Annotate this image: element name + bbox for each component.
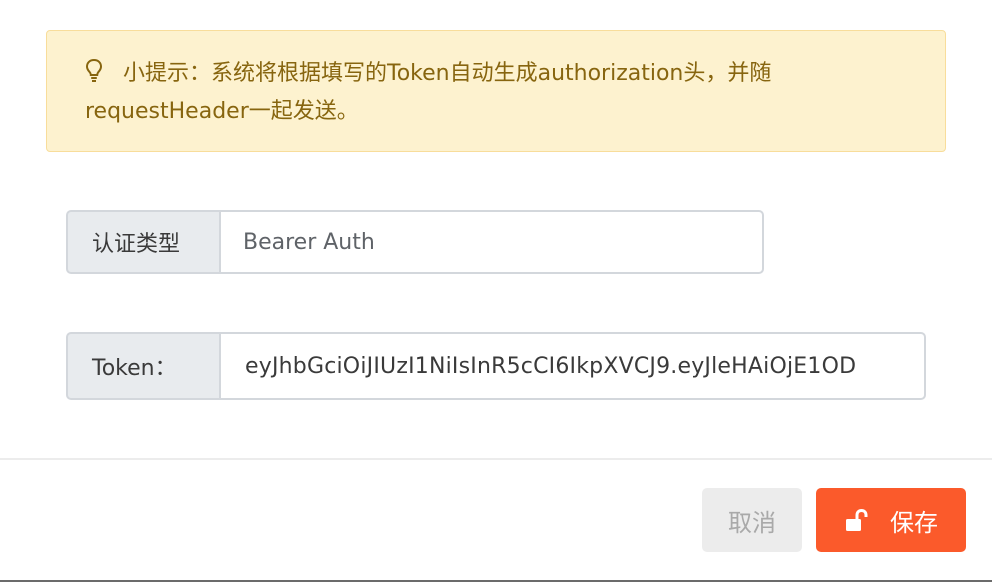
tip-text-line2: requestHeader一起发送。 [85,99,359,124]
tip-text-line1: 小提示：系统将根据填写的Token自动生成authorization头，并随 [123,61,772,86]
footer-divider [0,458,992,460]
auth-type-select[interactable]: Bearer Auth [219,210,764,274]
token-input[interactable]: eyJhbGciOiJIUzI1NiIsInR5cCI6IkpXVCJ9.eyJ… [219,332,926,400]
lightbulb-icon [85,58,103,84]
token-label: Token： [66,332,219,400]
cancel-button[interactable]: 取消 [702,488,802,552]
save-button[interactable]: 保存 [816,488,966,552]
unlock-icon [844,508,870,532]
tip-banner: 小提示：系统将根据填写的Token自动生成authorization头，并随 r… [46,30,946,152]
cancel-button-label: 取消 [728,508,776,537]
token-row: Token： eyJhbGciOiJIUzI1NiIsInR5cCI6IkpXV… [66,332,926,400]
save-button-label: 保存 [890,508,938,537]
auth-type-row: 认证类型 Bearer Auth [66,210,764,274]
auth-type-label: 认证类型 [66,210,219,274]
auth-settings-dialog: 小提示：系统将根据填写的Token自动生成authorization头，并随 r… [0,0,992,582]
